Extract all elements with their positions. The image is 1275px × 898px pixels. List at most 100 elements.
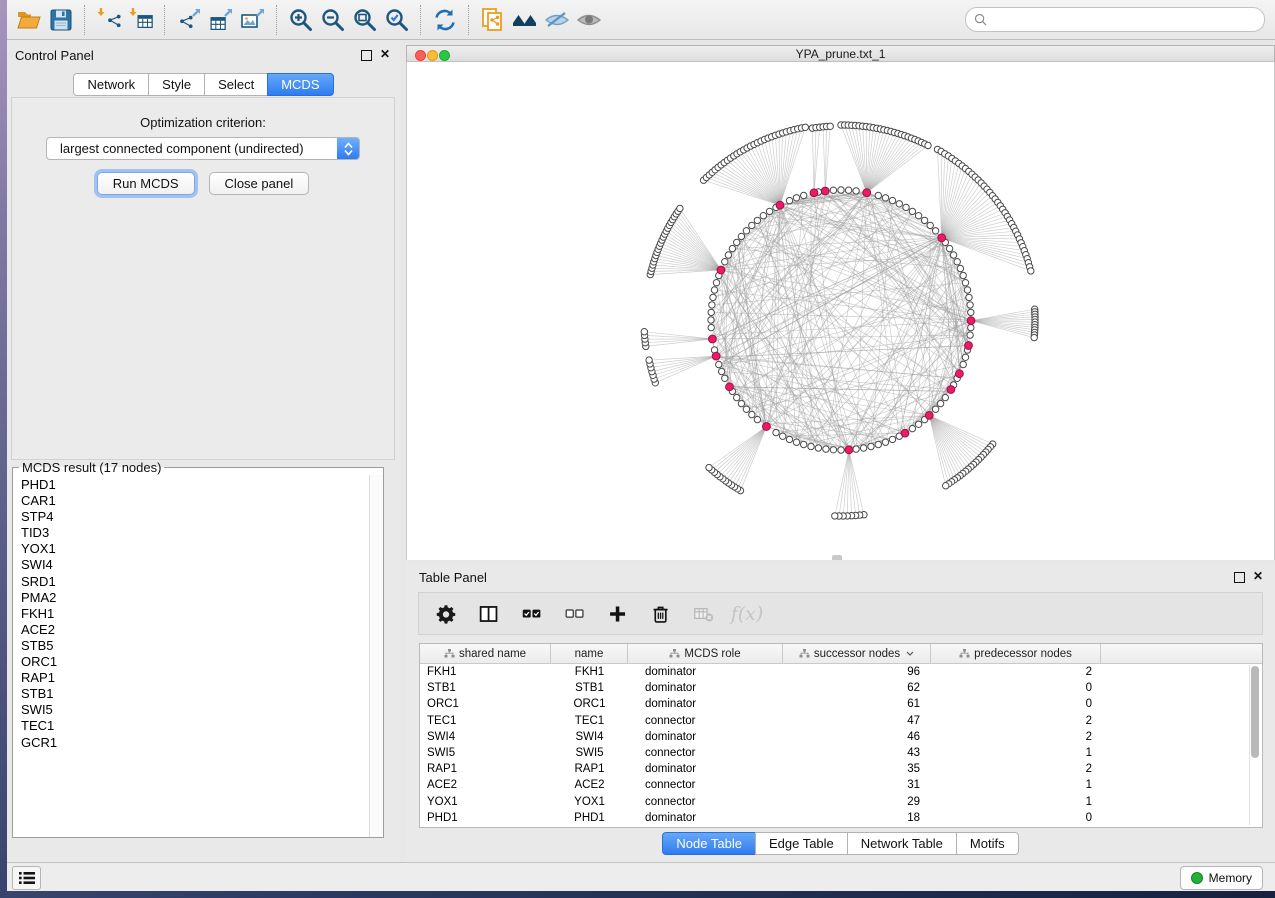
save-session-button[interactable]: [45, 5, 77, 35]
close-panel-button[interactable]: Close panel: [209, 172, 310, 195]
table-cell: PHD1: [420, 810, 551, 826]
network-window-titlebar[interactable]: YPA_prune.txt_1: [406, 45, 1275, 62]
table-row[interactable]: SWI5SWI5connector431: [420, 745, 1262, 761]
clear-column-selection-button[interactable]: [562, 601, 588, 627]
list-item[interactable]: FKH1: [13, 606, 370, 622]
export-image-button[interactable]: [237, 5, 269, 35]
table-cell: 1: [931, 777, 1101, 793]
mcds-result-scrollbar[interactable]: [369, 475, 383, 837]
export-network-button[interactable]: [173, 5, 205, 35]
tab-motifs[interactable]: Motifs: [956, 832, 1019, 855]
float-table-panel-icon[interactable]: [1234, 572, 1245, 583]
export-table-button[interactable]: [205, 5, 237, 35]
memory-button[interactable]: Memory: [1180, 866, 1263, 890]
column-header-MCDS-role[interactable]: MCDS role: [628, 644, 783, 663]
table-cell: PHD1: [551, 810, 628, 826]
select-all-columns-button[interactable]: [519, 601, 545, 627]
list-item[interactable]: ORC1: [13, 654, 370, 670]
list-item[interactable]: CAR1: [13, 493, 370, 509]
tab-network[interactable]: Network: [73, 73, 149, 96]
import-table-button[interactable]: [125, 5, 157, 35]
canvas-scroll-grip[interactable]: [832, 555, 842, 560]
table-row[interactable]: FKH1FKH1dominator962: [420, 664, 1262, 680]
table-cell: SWI5: [551, 745, 628, 761]
list-item[interactable]: SWI4: [13, 557, 370, 573]
float-panel-icon[interactable]: [361, 50, 372, 61]
select-all-columns-icon: [521, 603, 543, 625]
delete-rows-button[interactable]: [648, 601, 674, 627]
tab-style[interactable]: Style: [148, 73, 205, 96]
show-columns-button[interactable]: [476, 601, 502, 627]
first-neighbors-button[interactable]: [509, 5, 541, 35]
list-item[interactable]: YOX1: [13, 541, 370, 557]
optimization-criterion-select[interactable]: largest connected component (undirected): [46, 137, 360, 160]
open-file-button[interactable]: [13, 5, 45, 35]
table-cell: 2: [931, 761, 1101, 777]
list-item[interactable]: RAP1: [13, 670, 370, 686]
table-scrollbar[interactable]: [1249, 665, 1261, 825]
list-item[interactable]: TID3: [13, 525, 370, 541]
hide-selected-button[interactable]: [541, 5, 573, 35]
close-panel-icon[interactable]: ✕: [380, 47, 390, 61]
search-box[interactable]: [965, 7, 1265, 32]
network-canvas[interactable]: [406, 62, 1275, 560]
export-image-icon: [240, 7, 266, 33]
network-graph[interactable]: [407, 62, 1274, 560]
list-item[interactable]: PMA2: [13, 590, 370, 606]
new-network-from-selection-button[interactable]: [477, 5, 509, 35]
tab-network-table[interactable]: Network Table: [847, 832, 957, 855]
tab-edge-table[interactable]: Edge Table: [755, 832, 848, 855]
run-mcds-button[interactable]: Run MCDS: [97, 172, 195, 195]
list-item[interactable]: ACE2: [13, 622, 370, 638]
apply-layout-button[interactable]: [429, 5, 461, 35]
tab-mcds[interactable]: MCDS: [267, 73, 333, 96]
main-toolbar: [7, 0, 1275, 40]
zoom-selected-button[interactable]: [381, 5, 413, 35]
table-row[interactable]: TEC1TEC1connector472: [420, 713, 1262, 729]
tab-node-table[interactable]: Node Table: [662, 832, 756, 855]
list-item[interactable]: STB1: [13, 686, 370, 702]
column-label: successor nodes: [814, 648, 900, 660]
table-scrollbar-thumb[interactable]: [1251, 666, 1259, 758]
list-item[interactable]: SRD1: [13, 574, 370, 590]
list-item[interactable]: PHD1: [13, 477, 370, 493]
column-header-name[interactable]: name: [551, 644, 628, 663]
show-all-button[interactable]: [573, 5, 605, 35]
window-close-icon[interactable]: [415, 50, 426, 61]
table-cell: SWI5: [420, 745, 551, 761]
new-network-from-selection-icon: [480, 7, 506, 33]
table-settings-button[interactable]: [433, 601, 459, 627]
zoom-in-button[interactable]: [285, 5, 317, 35]
table-row[interactable]: PHD1PHD1dominator180: [420, 810, 1262, 826]
list-item[interactable]: STP4: [13, 509, 370, 525]
column-header-predecessor-nodes[interactable]: predecessor nodes: [931, 644, 1101, 663]
apply-layout-icon: [432, 7, 458, 33]
table-cell: RAP1: [420, 761, 551, 777]
column-header-successor-nodes[interactable]: successor nodes: [783, 644, 931, 663]
save-session-icon: [48, 7, 74, 33]
tab-select[interactable]: Select: [204, 73, 268, 96]
import-network-button[interactable]: [93, 5, 125, 35]
zoom-out-button[interactable]: [317, 5, 349, 35]
list-item[interactable]: GCR1: [13, 735, 370, 751]
import-network-icon: [96, 7, 122, 33]
zoom-fit-button[interactable]: [349, 5, 381, 35]
list-item[interactable]: TEC1: [13, 718, 370, 734]
column-header-shared-name[interactable]: shared name: [420, 644, 551, 663]
mcds-result-list[interactable]: PHD1CAR1STP4TID3YOX1SWI4SRD1PMA2FKH1ACE2…: [13, 475, 370, 837]
close-table-panel-icon[interactable]: ✕: [1253, 569, 1263, 583]
window-minimize-icon[interactable]: [427, 50, 438, 61]
search-input[interactable]: [992, 10, 1264, 30]
table-row[interactable]: STB1STB1dominator620: [420, 680, 1262, 696]
add-row-button[interactable]: [605, 601, 631, 627]
table-row[interactable]: YOX1YOX1connector291: [420, 794, 1262, 810]
window-maximize-icon[interactable]: [439, 50, 450, 61]
table-row[interactable]: ORC1ORC1dominator610: [420, 696, 1262, 712]
table-row[interactable]: ACE2ACE2connector311: [420, 777, 1262, 793]
list-item[interactable]: SWI5: [13, 702, 370, 718]
list-item[interactable]: STB5: [13, 638, 370, 654]
show-panels-button[interactable]: [12, 866, 41, 890]
table-row[interactable]: RAP1RAP1dominator352: [420, 761, 1262, 777]
table-row[interactable]: SWI4SWI4dominator462: [420, 729, 1262, 745]
table-cell: connector: [628, 777, 783, 793]
